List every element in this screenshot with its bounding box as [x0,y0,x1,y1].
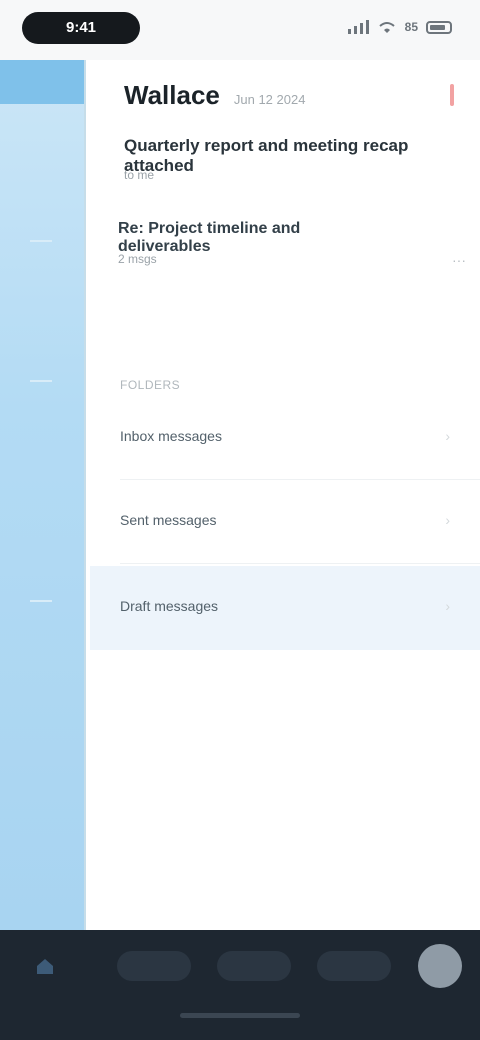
status-time: 9:41 [22,12,140,44]
nav-actions [90,951,418,981]
chevron-right-icon: › [445,428,450,444]
list-item-label: Draft messages [120,598,219,614]
recipient-line[interactable]: to me [124,168,154,182]
gesture-bar [180,1013,300,1018]
archive-button[interactable] [117,951,191,981]
message-date: Jun 12 2024 [233,92,306,107]
section-label: FOLDERS [120,378,181,392]
chevron-right-icon: › [445,598,450,614]
list-item-label: Sent messages [120,512,217,528]
sender-name[interactable]: Wallace [124,80,220,111]
bottom-nav-inner [0,938,480,994]
status-bar: 9:41 85 [0,0,480,60]
sidebar-header [0,60,84,104]
thread-title[interactable]: Re: Project timeline and deliverables [118,220,380,256]
thread-meta: 2 msgs [118,252,157,266]
more-icon[interactable]: ··· [452,252,466,268]
signal-icon [347,20,369,34]
list-item-selected[interactable]: Draft messages › [90,566,480,650]
home-icon [37,959,53,974]
message-header: Wallace Jun 12 2024 [124,80,462,111]
battery-level: 85 [404,20,418,34]
sidebar-divider [30,380,52,382]
message-subject: Quarterly report and meeting recap attac… [124,136,409,175]
home-button[interactable] [0,938,90,994]
chevron-right-icon: › [445,512,450,528]
wifi-icon [378,22,395,33]
delete-button[interactable] [317,951,391,981]
folder-sidebar[interactable] [0,60,86,930]
mail-screen: 9:41 85 Wallace Jun 12 2024 Quarterly re… [0,0,480,1040]
reply-button[interactable] [217,951,291,981]
list-item[interactable]: Inbox messages › [90,396,480,480]
battery-icon [426,20,452,34]
divider [120,563,480,564]
list-item-label: Inbox messages [120,428,222,444]
flag-icon[interactable] [450,84,454,106]
bottom-nav-bar [0,930,480,1040]
list-item[interactable]: Sent messages › [90,480,480,564]
message-panel: Wallace Jun 12 2024 Quarterly report and… [90,60,480,930]
sidebar-divider [30,600,52,602]
compose-button[interactable] [418,944,462,988]
sidebar-divider [30,240,52,242]
status-icons: 85 [347,20,452,34]
